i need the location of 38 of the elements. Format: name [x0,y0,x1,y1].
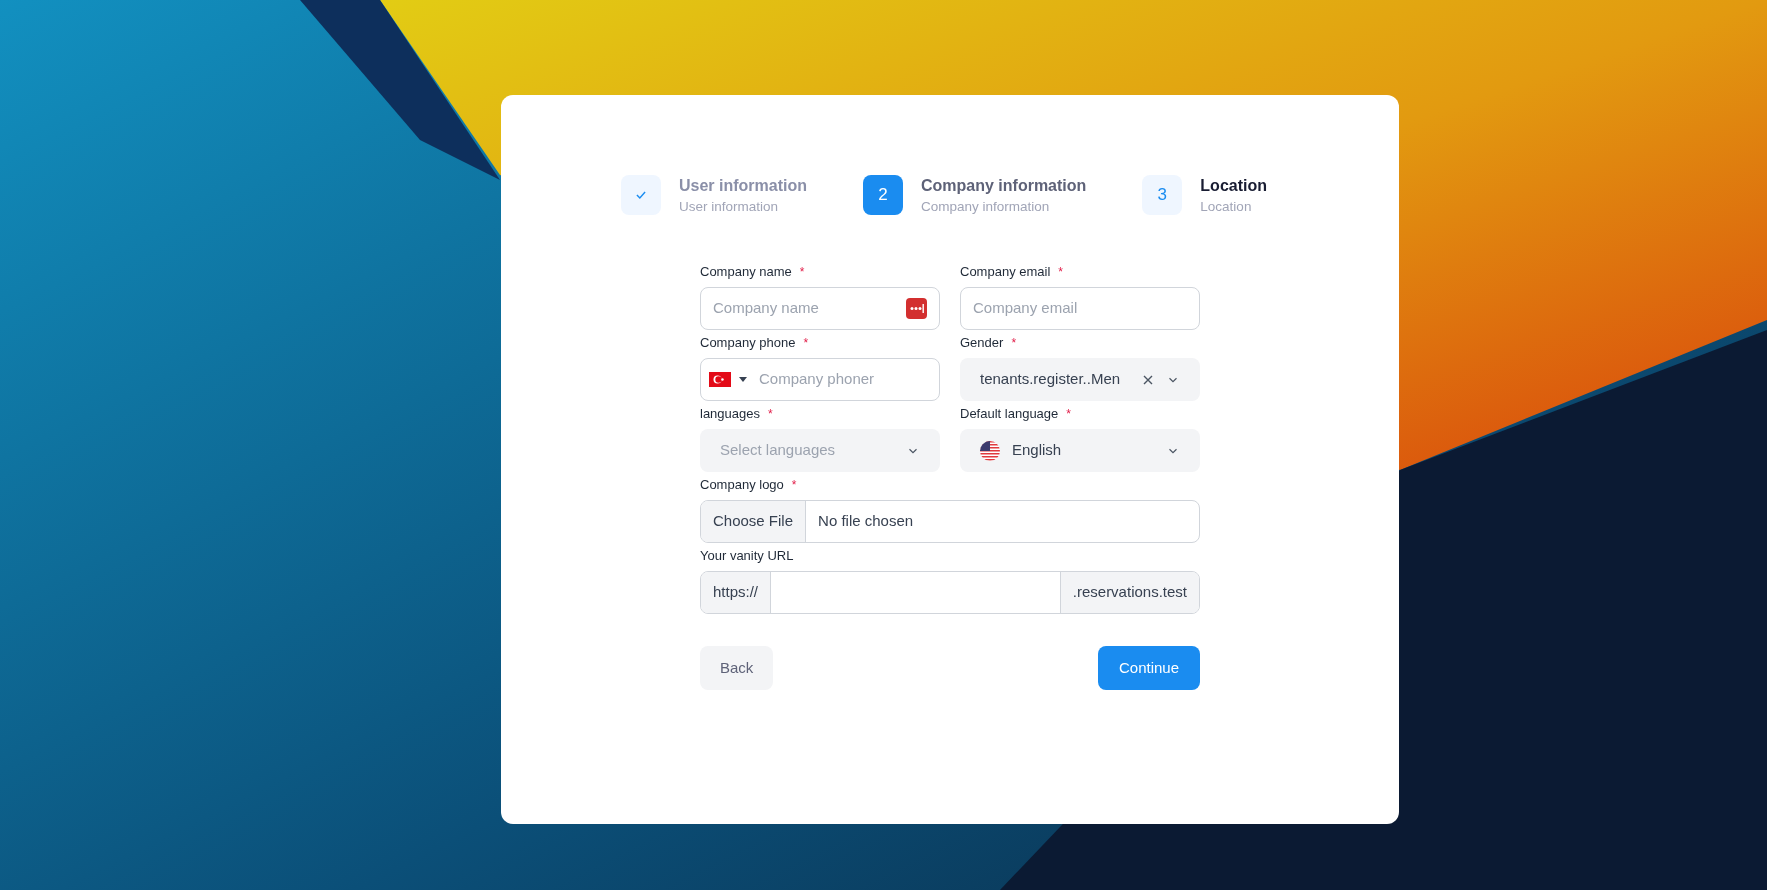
select-field[interactable]: tenants.register..Men [960,358,1200,401]
field-label: Default language [960,405,1059,424]
field-label: Your vanity URL [700,547,794,566]
required-mark: * [1058,264,1063,281]
step-badge: 2 [863,175,903,215]
text-field[interactable]: Company name [700,287,940,330]
us-flag-icon [980,440,1000,461]
text-field[interactable]: Company email [960,287,1200,330]
required-mark: * [768,406,773,423]
field-label: Company phone [700,334,796,353]
required-mark: * [1011,335,1017,352]
turkey-flag-icon[interactable] [709,372,731,387]
step-title: Company information [921,175,1087,196]
step-subtitle: Company information [921,198,1051,215]
phone-field[interactable]: Company phoner [700,358,940,401]
required-mark: * [799,264,805,281]
phone-input[interactable]: Company phoner [759,368,931,391]
field-label: languages [700,405,760,424]
password-manager-icon[interactable] [906,298,927,319]
clear-icon[interactable] [1142,373,1154,386]
field-label: Company logo [700,476,784,495]
step-title: Location [1200,175,1267,196]
required-mark: * [1066,406,1071,423]
required-mark: * [803,335,809,352]
back-button[interactable]: Back [700,646,774,690]
field-label: Company name [700,263,792,282]
text-input[interactable]: Company name [713,297,906,320]
required-mark: * [791,477,797,494]
caret-icon[interactable] [739,376,747,383]
language-select[interactable]: English [960,429,1200,472]
step-badge: 3 [1142,175,1183,215]
text-input[interactable]: Company email [973,297,1187,320]
step-subtitle: User information [679,198,780,215]
step-subtitle: Location [1200,198,1253,215]
field-label: Gender [960,334,1004,353]
step-title: User information [679,175,807,196]
field-label: Company email [960,263,1051,282]
file-input[interactable]: Choose File No file chosen [700,500,1200,543]
